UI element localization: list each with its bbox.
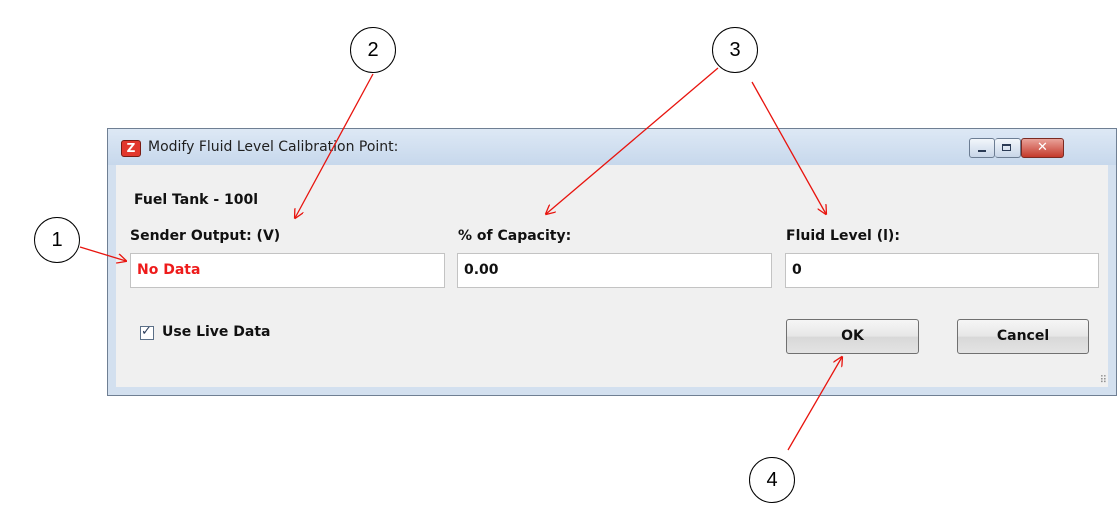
callout-2: 2 — [350, 27, 396, 73]
callout-3-arrow-right — [751, 81, 826, 214]
callout-3: 3 — [712, 27, 758, 73]
callout-3-arrow-left — [546, 67, 719, 214]
annotation-arrows — [79, 67, 1117, 451]
callout-4: 4 — [749, 457, 795, 503]
callout-1: 1 — [34, 217, 80, 263]
callout-4-arrow — [787, 357, 842, 451]
callout-2-arrow — [295, 73, 374, 218]
callout-1-arrow — [79, 246, 126, 261]
